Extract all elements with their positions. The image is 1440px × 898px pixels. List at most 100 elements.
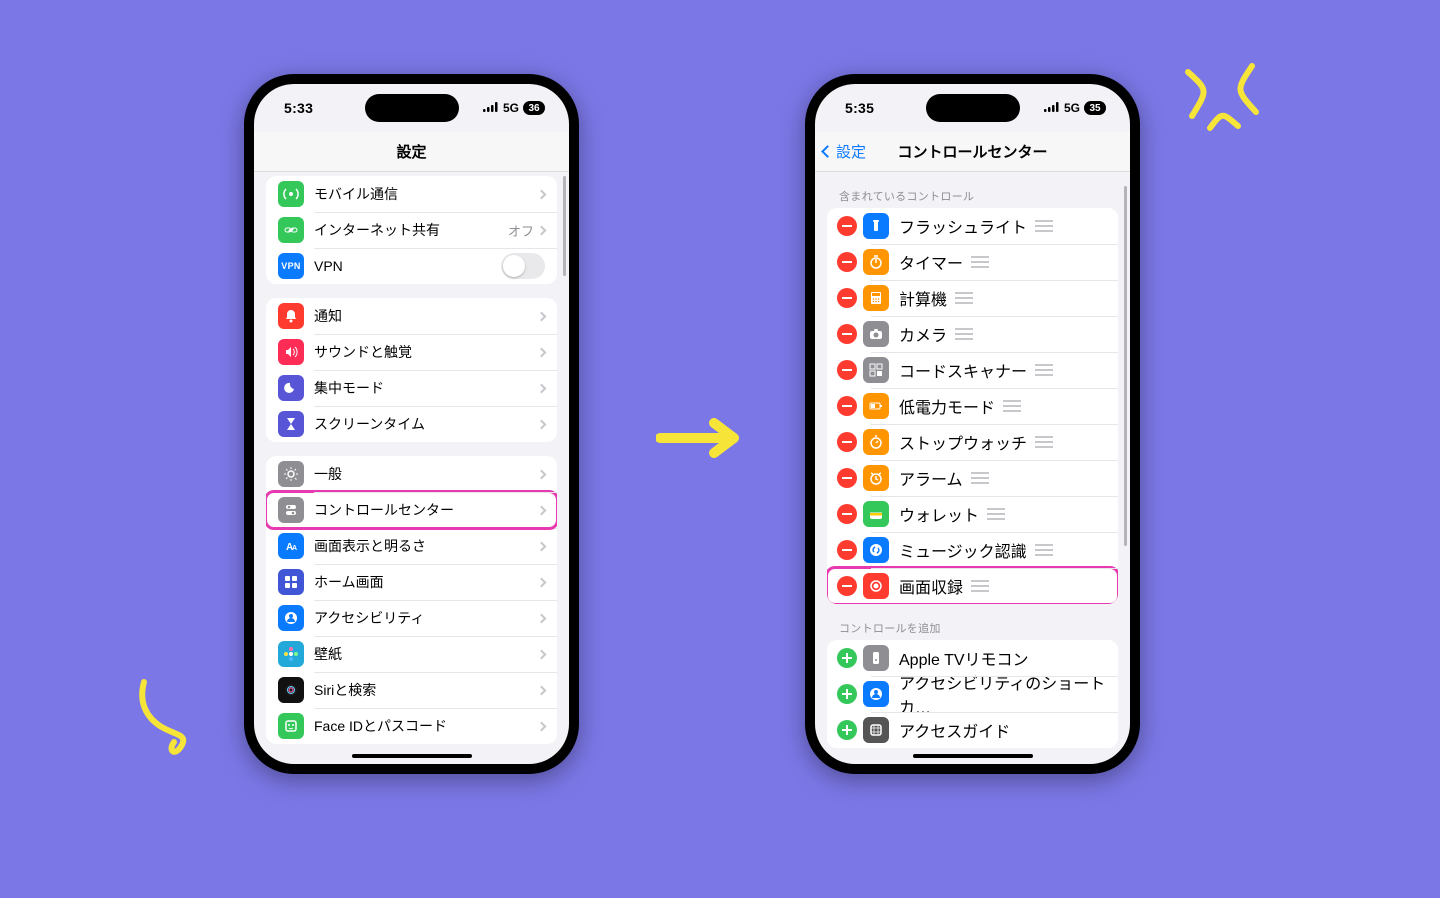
remove-button[interactable]	[837, 432, 857, 452]
reorder-handle[interactable]	[955, 292, 973, 304]
reorder-handle[interactable]	[955, 328, 973, 340]
signal-icon	[483, 101, 499, 115]
row-label: Face IDとパスコード	[314, 716, 538, 736]
add-button[interactable]	[837, 648, 857, 668]
record-icon	[863, 573, 889, 599]
reorder-handle[interactable]	[1035, 544, 1053, 556]
settings-row[interactable]: 集中モード	[266, 370, 557, 406]
back-button[interactable]: 設定	[823, 141, 866, 162]
reorder-handle[interactable]	[971, 472, 989, 484]
control-row[interactable]: 低電力モード	[827, 388, 1118, 424]
home-indicator	[913, 754, 1033, 758]
control-row[interactable]: 画面収録	[827, 568, 1118, 604]
settings-row[interactable]: AA画面表示と明るさ	[266, 528, 557, 564]
remove-button[interactable]	[837, 576, 857, 596]
remove-button[interactable]	[837, 252, 857, 272]
shazam-icon	[863, 537, 889, 563]
nav-title: コントロールセンター	[897, 141, 1047, 162]
arrow-icon	[656, 415, 746, 461]
reorder-handle[interactable]	[1035, 436, 1053, 448]
row-label: モバイル通信	[314, 184, 538, 204]
remove-button[interactable]	[837, 288, 857, 308]
settings-row[interactable]: アクセシビリティ	[266, 600, 557, 636]
back-label: 設定	[836, 141, 866, 162]
reorder-handle[interactable]	[971, 256, 989, 268]
control-row[interactable]: アラーム	[827, 460, 1118, 496]
row-label: VPN	[314, 258, 501, 274]
settings-row[interactable]: ホーム画面	[266, 564, 557, 600]
toggle[interactable]	[501, 253, 545, 279]
row-label: ウォレット	[899, 502, 979, 526]
face-icon	[278, 713, 304, 739]
row-label: 壁紙	[314, 644, 538, 664]
more-section-header: コントロールを追加	[839, 620, 1106, 636]
phone-settings: 5:33 5G 36 設定 モバイル通信インターネット共有オフVPNVPN 通知…	[244, 74, 579, 774]
chevron-right-icon	[537, 613, 547, 623]
row-label: タイマー	[899, 250, 963, 274]
nav-bar: 設定 コントロールセンター	[815, 132, 1130, 172]
control-row[interactable]: ストップウォッチ	[827, 424, 1118, 460]
settings-row[interactable]: コントロールセンター	[266, 492, 557, 528]
row-label: インターネット共有	[314, 220, 508, 240]
remove-button[interactable]	[837, 396, 857, 416]
settings-row[interactable]: 壁紙	[266, 636, 557, 672]
reorder-handle[interactable]	[971, 580, 989, 592]
control-row[interactable]: コードスキャナー	[827, 352, 1118, 388]
settings-row[interactable]: スクリーンタイム	[266, 406, 557, 442]
scrollbar[interactable]	[563, 176, 566, 276]
control-row[interactable]: アクセスガイド	[827, 712, 1118, 748]
antenna-icon	[278, 181, 304, 207]
control-row[interactable]: アクセシビリティのショートカ…	[827, 676, 1118, 712]
reorder-handle[interactable]	[1035, 364, 1053, 376]
reorder-handle[interactable]	[1035, 220, 1053, 232]
chevron-right-icon	[537, 505, 547, 515]
included-section-header: 含まれているコントロール	[839, 188, 1106, 204]
moon-icon	[278, 375, 304, 401]
vpn-icon: VPN	[278, 253, 304, 279]
more-controls-group: Apple TVリモコンアクセシビリティのショートカ…アクセスガイド	[827, 640, 1118, 748]
settings-row[interactable]: インターネット共有オフ	[266, 212, 557, 248]
remove-button[interactable]	[837, 360, 857, 380]
control-row[interactable]: カメラ	[827, 316, 1118, 352]
row-label: Siriと検索	[314, 680, 538, 700]
add-button[interactable]	[837, 684, 857, 704]
row-label: ストップウォッチ	[899, 430, 1027, 454]
settings-row[interactable]: VPN VPN	[266, 248, 557, 284]
row-label: 画面表示と明るさ	[314, 536, 538, 556]
bell-icon	[278, 303, 304, 329]
row-label: 計算機	[899, 286, 947, 310]
chevron-right-icon	[537, 721, 547, 731]
reorder-handle[interactable]	[987, 508, 1005, 520]
sliders-icon	[278, 497, 304, 523]
control-row[interactable]: 計算機	[827, 280, 1118, 316]
remove-button[interactable]	[837, 216, 857, 236]
control-row[interactable]: タイマー	[827, 244, 1118, 280]
settings-row[interactable]: Face IDとパスコード	[266, 708, 557, 744]
settings-row[interactable]: モバイル通信	[266, 176, 557, 212]
scrollbar[interactable]	[1124, 186, 1127, 546]
settings-row[interactable]: 通知	[266, 298, 557, 334]
link-icon	[278, 217, 304, 243]
settings-row[interactable]: サウンドと触覚	[266, 334, 557, 370]
row-label: アクセシビリティのショートカ…	[899, 670, 1108, 718]
settings-row[interactable]: Siriと検索	[266, 672, 557, 708]
stopwatch-icon	[863, 429, 889, 455]
settings-group-network: モバイル通信インターネット共有オフ VPN VPN	[266, 176, 557, 284]
row-label: ホーム画面	[314, 572, 538, 592]
row-label: アクセスガイド	[899, 718, 1010, 742]
add-button[interactable]	[837, 720, 857, 740]
control-row[interactable]: フラッシュライト	[827, 208, 1118, 244]
chevron-right-icon	[537, 347, 547, 357]
chevron-right-icon	[537, 469, 547, 479]
reorder-handle[interactable]	[1003, 400, 1021, 412]
remove-button[interactable]	[837, 468, 857, 488]
control-row[interactable]: ウォレット	[827, 496, 1118, 532]
remove-button[interactable]	[837, 504, 857, 524]
remote-icon	[863, 645, 889, 671]
row-label: フラッシュライト	[899, 214, 1027, 238]
remove-button[interactable]	[837, 324, 857, 344]
remove-button[interactable]	[837, 540, 857, 560]
settings-row[interactable]: 一般	[266, 456, 557, 492]
control-row[interactable]: ミュージック認識	[827, 532, 1118, 568]
doodle-squiggle-icon	[124, 676, 204, 766]
